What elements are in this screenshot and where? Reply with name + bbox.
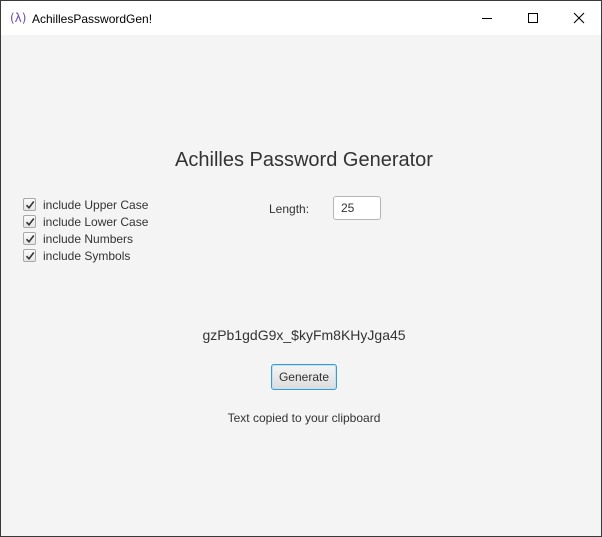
character-options: include Upper Case include Lower Case in… xyxy=(23,196,148,264)
app-window: (λ) AchillesPasswordGen! Achilles Passwo… xyxy=(0,0,602,537)
maximize-button[interactable] xyxy=(510,1,556,35)
title-bar[interactable]: (λ) AchillesPasswordGen! xyxy=(1,1,601,35)
option-upper-case[interactable]: include Upper Case xyxy=(23,196,148,213)
minimize-icon xyxy=(482,18,492,19)
minimize-button[interactable] xyxy=(464,1,510,35)
length-label: Length: xyxy=(269,202,310,216)
page-title: Achilles Password Generator xyxy=(175,149,433,171)
maximize-icon xyxy=(528,13,538,23)
close-button[interactable] xyxy=(556,1,601,35)
numbers-checkbox[interactable] xyxy=(23,232,36,245)
checkmark-icon xyxy=(25,252,35,261)
option-label: include Symbols xyxy=(43,248,131,263)
window-title: AchillesPasswordGen! xyxy=(32,12,153,26)
close-icon xyxy=(573,12,585,24)
option-lower-case[interactable]: include Lower Case xyxy=(23,213,148,230)
app-logo-icon: (λ) xyxy=(10,11,27,25)
option-label: include Lower Case xyxy=(43,214,149,229)
option-symbols[interactable]: include Symbols xyxy=(23,247,148,264)
option-label: include Upper Case xyxy=(43,197,149,212)
checkmark-icon xyxy=(25,218,35,227)
status-message: Text copied to your clipboard xyxy=(227,411,381,425)
upper-case-checkbox[interactable] xyxy=(23,198,36,211)
generated-password: gzPb1gdG9x_$kyFm8KHyJga45 xyxy=(202,327,406,343)
generate-button[interactable]: Generate xyxy=(271,364,337,390)
lower-case-checkbox[interactable] xyxy=(23,215,36,228)
main-panel: Achilles Password Generator include Uppe… xyxy=(1,35,601,536)
length-input[interactable] xyxy=(333,196,381,220)
option-label: include Numbers xyxy=(43,231,134,246)
checkmark-icon xyxy=(25,201,35,210)
option-numbers[interactable]: include Numbers xyxy=(23,230,148,247)
symbols-checkbox[interactable] xyxy=(23,249,36,262)
checkmark-icon xyxy=(25,235,35,244)
